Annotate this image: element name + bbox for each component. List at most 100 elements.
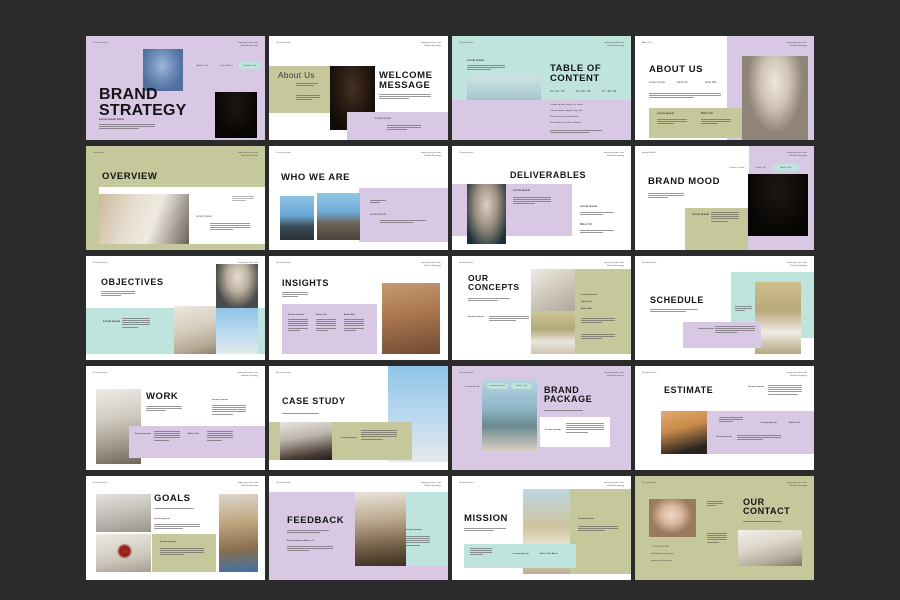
feedback-quote-body xyxy=(287,546,333,552)
slide-header-right: www.yoursite.com Brand Strategy xyxy=(421,262,441,268)
mood-nav-2[interactable]: Amet Elit xyxy=(773,164,799,171)
slide-header-left: Presentation xyxy=(459,372,474,374)
goals-card-label: Lorem Ipsum xyxy=(160,541,176,543)
work-card-1-text xyxy=(207,431,233,442)
slide-estimate[interactable]: Presentation www.yoursite.com Brand Stra… xyxy=(634,365,815,471)
slide-kicker: Lorem Ipsum xyxy=(467,60,485,62)
header-right-line2: Brand Strategy xyxy=(424,484,441,487)
header-right-line2: Brand Strategy xyxy=(790,374,807,377)
slide-about-us[interactable]: About Us www.yoursite.com Brand Strategy… xyxy=(634,35,815,141)
slide-photo-blonde xyxy=(742,56,808,140)
slide-header-left: Overview xyxy=(93,152,104,154)
toc-col-1: 04 / 05 / 06 xyxy=(576,91,591,93)
concepts-subtitle xyxy=(468,298,510,302)
caption-body xyxy=(387,125,421,131)
deliverables-item-0-label: Lorem Ipsum xyxy=(580,206,598,208)
work-card-1-label: Dolor Sit xyxy=(188,433,199,435)
toc-item-3[interactable]: Incididunt ut labore dolore xyxy=(550,122,582,124)
slide-feedback[interactable]: Presentation www.yoursite.com Brand Stra… xyxy=(268,475,449,581)
contact-item-0[interactable]: +1 234 567 890 xyxy=(651,546,669,548)
goals-body xyxy=(154,524,200,530)
concepts-side-body xyxy=(581,318,615,324)
schedule-subtitle xyxy=(650,309,698,313)
objectives-panel-body xyxy=(122,318,150,329)
slide-photo-beige xyxy=(174,306,216,354)
package-card-body xyxy=(566,423,604,434)
estimate-col-1: Dolor Sit xyxy=(789,422,800,424)
slide-objectives[interactable]: Presentation www.yoursite.com Brand Stra… xyxy=(85,255,266,361)
slide-header-left: Presentation xyxy=(459,262,474,264)
slide-title: BRAND MOOD xyxy=(648,176,720,187)
header-right-line2: Brand Strategy xyxy=(790,44,807,47)
slide-who-we-are[interactable]: Presentation www.yoursite.com Brand Stra… xyxy=(268,145,449,251)
about-tab-0[interactable]: Lorem Ipsum xyxy=(649,82,665,84)
goals-card-body xyxy=(160,548,204,557)
slide-our-concepts[interactable]: Presentation www.yoursite.com Brand Stra… xyxy=(451,255,632,361)
nav-item-2[interactable]: Contact Us xyxy=(239,62,261,69)
mood-nav-1[interactable]: Dolor Sit xyxy=(750,164,772,171)
slide-photo-cliff-1 xyxy=(280,196,314,240)
slide-our-contact[interactable]: Presentation www.yoursite.com Brand Stra… xyxy=(634,475,815,581)
mission-side-label: Lorem Ipsum xyxy=(578,518,594,520)
about-tab-1[interactable]: Dolor Sit xyxy=(677,82,688,84)
header-right-line2: Brand Strategy xyxy=(607,154,624,157)
slide-brand-package[interactable]: Presentation www.yoursite.com Brand Stra… xyxy=(451,365,632,471)
slide-header-right: www.yoursite.com Brand Strategy xyxy=(238,372,258,378)
slide-title: SCHEDULE xyxy=(650,295,704,305)
slide-title: GOALS xyxy=(154,493,191,504)
toc-item-2[interactable]: Sed do eiusmod tempor xyxy=(550,116,578,118)
slide-header-right: www.yoursite.com Brand Strategy xyxy=(604,372,624,378)
slide-header-right: www.yoursite.com Brand Strategy xyxy=(787,42,807,48)
toc-col-0: 01 / 02 / 03 xyxy=(550,91,565,93)
header-right-line2: Brand Strategy xyxy=(607,374,624,377)
insights-subtitle xyxy=(282,292,308,298)
slide-brand-strategy[interactable]: Presentation www.yoursite.com Brand Stra… xyxy=(85,35,266,141)
nav-item-1[interactable]: Our Works xyxy=(216,62,238,69)
slide-welcome-message[interactable]: Presentation www.yoursite.com Brand Stra… xyxy=(268,35,449,141)
mood-nav-0[interactable]: Lorem Ipsum xyxy=(725,164,749,171)
slide-table-of-content[interactable]: Presentation www.yoursite.com Brand Stra… xyxy=(451,35,632,141)
contact-item-2[interactable]: www.yoursite.com xyxy=(651,560,672,562)
case-subtitle xyxy=(282,413,322,415)
header-right-line2: Brand Strategy xyxy=(241,44,258,47)
slide-title: FEEDBACK xyxy=(287,515,345,526)
toc-item-0[interactable]: Lorem ipsum dolor sit amet xyxy=(550,104,583,106)
slide-header-right: www.yoursite.com Brand Strategy xyxy=(238,152,258,158)
slide-schedule[interactable]: Presentation www.yoursite.com Brand Stra… xyxy=(634,255,815,361)
slide-overview[interactable]: Overview www.yoursite.com Brand Strategy… xyxy=(85,145,266,251)
header-right-line2: Brand Strategy xyxy=(424,264,441,267)
slide-work[interactable]: Presentation www.yoursite.com Brand Stra… xyxy=(85,365,266,471)
toc-item-1[interactable]: Consectetur adipiscing elit xyxy=(550,110,582,112)
slide-brand-mood[interactable]: Brand Mood www.yoursite.com Brand Strate… xyxy=(634,145,815,251)
slide-photo-mood xyxy=(748,174,808,236)
slide-photo-wheat xyxy=(755,282,801,354)
schedule-card-label: Lorem Ipsum xyxy=(698,328,714,330)
slide-body xyxy=(99,124,155,130)
nav-item-0[interactable]: About Us xyxy=(191,62,214,69)
objectives-panel-label: Lorem Ipsum xyxy=(103,321,121,323)
about-tab-2[interactable]: Amet Elit xyxy=(705,82,716,84)
concepts-note-body xyxy=(489,316,529,322)
contact-item-1[interactable]: hello@yoursite.com xyxy=(651,553,674,555)
mood-subtitle xyxy=(648,193,684,199)
slide-header-left: Presentation xyxy=(93,372,108,374)
slide-case-study[interactable]: Presentation www.yoursite.com Brand Stra… xyxy=(268,365,449,471)
slide-goals[interactable]: Presentation www.yoursite.com Brand Stra… xyxy=(85,475,266,581)
slide-title: MISSION xyxy=(464,513,508,524)
kicker-body xyxy=(467,65,505,71)
slide-insights[interactable]: Presentation www.yoursite.com Brand Stra… xyxy=(268,255,449,361)
slide-header-left: Presentation xyxy=(276,482,291,484)
about-panel-text2 xyxy=(296,95,320,101)
package-chip-0[interactable]: Lorem Ipsum xyxy=(487,383,508,389)
slide-mission[interactable]: Presentation www.yoursite.com Brand Stra… xyxy=(451,475,632,581)
slide-deliverables[interactable]: Presentation www.yoursite.com Brand Stra… xyxy=(451,145,632,251)
slide-header-right: www.yoursite.com Brand Strategy xyxy=(787,372,807,378)
mood-card-body xyxy=(711,212,739,223)
contact-note-body xyxy=(707,533,727,544)
header-right-line2: Brand Strategy xyxy=(607,484,624,487)
package-chip-1[interactable]: Dolor Sit xyxy=(511,383,532,389)
about-panel-label: About Us xyxy=(278,71,315,80)
header-right-line2: Brand Strategy xyxy=(241,154,258,157)
concepts-side-2: Amet Elit xyxy=(581,308,593,310)
slide-title: OUR CONCEPTS xyxy=(468,273,520,292)
